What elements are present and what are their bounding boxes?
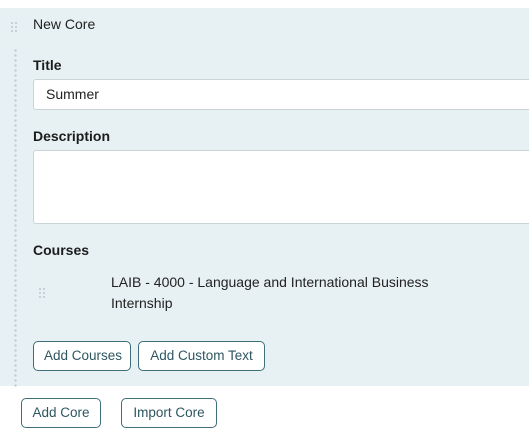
course-drag-handle-icon[interactable] [39, 288, 46, 299]
add-courses-button[interactable]: Add Courses [33, 341, 131, 371]
panel-drag-rail [14, 48, 17, 388]
description-label: Description [33, 128, 111, 144]
import-core-button[interactable]: Import Core [121, 398, 217, 428]
description-textarea[interactable] [33, 150, 529, 224]
title-label: Title [33, 57, 62, 73]
title-input[interactable]: Summer [33, 79, 529, 110]
add-custom-text-button[interactable]: Add Custom Text [138, 341, 265, 371]
drag-handle-icon[interactable] [11, 22, 18, 33]
core-panel: New Core Title Summer Description Course… [0, 8, 529, 388]
course-item: LAIB - 4000 - Language and International… [111, 274, 429, 311]
add-core-button[interactable]: Add Core [21, 398, 101, 428]
core-header-title: New Core [33, 16, 96, 32]
courses-label: Courses [33, 242, 90, 258]
